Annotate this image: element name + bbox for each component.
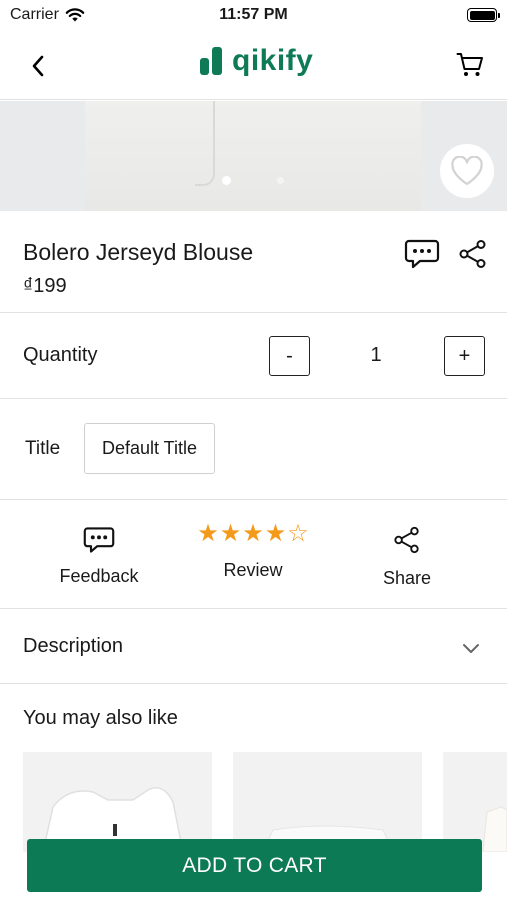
- variant-option-default[interactable]: Default Title: [84, 423, 215, 474]
- quantity-row: Quantity - 1 +: [0, 313, 507, 399]
- variant-row: Title Default Title: [0, 399, 507, 500]
- product-image-gallery[interactable]: [0, 101, 507, 211]
- back-chevron-icon: [32, 55, 44, 77]
- status-time: 11:57 PM: [219, 6, 288, 23]
- feedback-icon-wrap: [83, 524, 115, 556]
- chevron-down-icon: [463, 644, 479, 653]
- chat-button[interactable]: [404, 238, 440, 270]
- logo-mark-icon: [200, 47, 222, 75]
- product-info: Bolero Jerseyd Blouse ₫199: [0, 211, 507, 313]
- rating-stars: ★ ★ ★ ★ ☆: [197, 520, 309, 548]
- add-to-cart-button[interactable]: ADD TO CART: [27, 839, 482, 892]
- share-button[interactable]: [458, 239, 488, 269]
- nav-bar: qikify: [0, 30, 507, 100]
- quantity-value: 1: [370, 344, 382, 366]
- heart-outline-icon: [451, 156, 483, 186]
- status-bar: Carrier 11:57 PM: [0, 0, 507, 30]
- review-button[interactable]: ★ ★ ★ ★ ☆ Review: [193, 500, 313, 609]
- feedback-button[interactable]: Feedback: [48, 500, 150, 609]
- related-product-card[interactable]: [233, 752, 422, 852]
- brand-logo: qikify: [198, 44, 313, 78]
- share-label: Share: [382, 568, 432, 588]
- product-thumbnail: [482, 806, 507, 852]
- description-label: Description: [23, 635, 124, 657]
- chat-bubble-icon: [83, 527, 115, 553]
- share-icon-wrap: [391, 524, 423, 556]
- product-photo: [85, 101, 421, 211]
- gallery-dot[interactable]: [277, 177, 284, 184]
- star-full-icon: ★: [264, 520, 287, 547]
- cart-button[interactable]: [453, 48, 487, 82]
- battery-icon: [467, 8, 500, 22]
- product-thumbnail: [262, 825, 394, 852]
- quantity-label: Quantity: [23, 344, 98, 366]
- quantity-decrease-button[interactable]: -: [269, 336, 310, 376]
- related-product-card[interactable]: [23, 752, 212, 852]
- gallery-dot-active[interactable]: [222, 176, 231, 185]
- related-product-card[interactable]: [443, 752, 507, 852]
- cart-icon: [456, 53, 483, 76]
- back-button[interactable]: [22, 50, 54, 82]
- chat-bubble-icon: [404, 239, 440, 269]
- star-full-icon: ★: [242, 520, 264, 547]
- share-action-button[interactable]: Share: [368, 500, 446, 609]
- star-full-icon: ★: [219, 520, 242, 547]
- share-icon: [459, 240, 486, 268]
- star-half-icon: ☆: [287, 520, 309, 547]
- share-icon: [394, 526, 419, 554]
- favorite-button[interactable]: [440, 144, 494, 198]
- variant-label: Title: [25, 438, 61, 459]
- description-row[interactable]: Description: [0, 609, 507, 684]
- actions-row: Feedback ★ ★ ★ ★ ☆ Review Share: [0, 500, 507, 609]
- feedback-label: Feedback: [59, 566, 139, 586]
- product-price: ₫199: [23, 275, 67, 297]
- logo-text: qikify: [232, 44, 314, 77]
- hanger-hook: [195, 101, 215, 186]
- star-full-icon: ★: [197, 520, 219, 547]
- review-label: Review: [223, 560, 283, 580]
- product-thumbnail: [42, 787, 184, 852]
- quantity-increase-button[interactable]: +: [444, 336, 485, 376]
- product-name: Bolero Jerseyd Blouse: [23, 239, 254, 265]
- related-title: You may also like: [23, 707, 178, 729]
